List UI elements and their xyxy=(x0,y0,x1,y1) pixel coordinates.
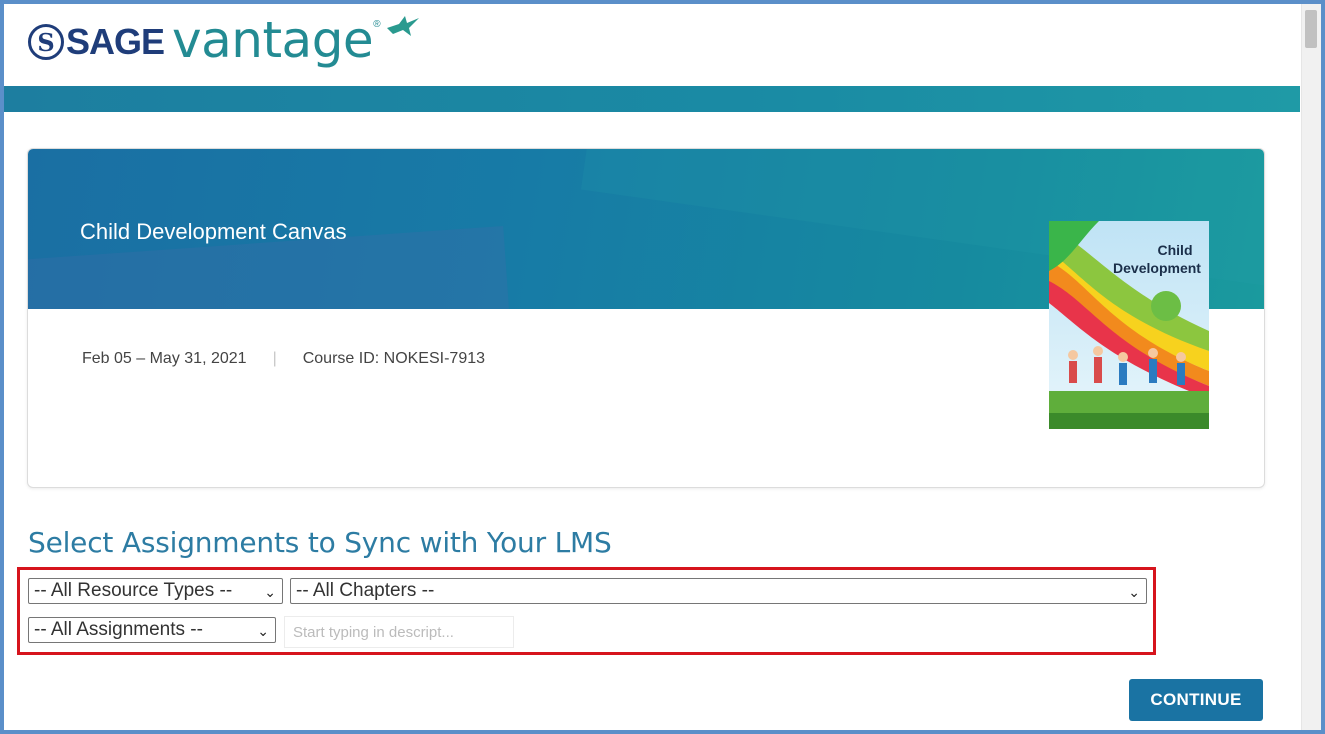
assignment-select-value: -- All Assignments -- xyxy=(34,619,203,640)
chapter-select[interactable]: -- All Chapters -- ⌄ xyxy=(290,578,1147,604)
svg-text:Development: Development xyxy=(1113,260,1201,276)
chevron-down-icon: ⌄ xyxy=(1128,584,1140,600)
header-band xyxy=(4,86,1300,112)
chevron-down-icon: ⌄ xyxy=(257,623,269,639)
course-dates: Feb 05 – May 31, 2021 xyxy=(82,350,247,367)
course-card: Child Development Canvas Feb 05 – May 31… xyxy=(27,148,1265,488)
search-placeholder: Start typing in descript... xyxy=(293,624,454,641)
scrollbar-thumb[interactable] xyxy=(1305,10,1317,48)
book-cover-image: Child Development xyxy=(1049,221,1209,429)
meta-separator: | xyxy=(272,350,277,367)
course-title: Child Development Canvas xyxy=(80,219,347,244)
course-id: Course ID: NOKESI-7913 xyxy=(302,350,486,367)
sage-logo-icon: S xyxy=(28,24,64,60)
resource-type-select[interactable]: -- All Resource Types -- ⌄ xyxy=(28,578,283,604)
resource-type-select-value: -- All Resource Types -- xyxy=(34,580,233,601)
logo-vantage-text: vantage xyxy=(172,11,374,69)
section-title: Select Assignments to Sync with Your LMS xyxy=(28,526,612,559)
vertical-scrollbar[interactable] xyxy=(1301,4,1321,730)
sage-logo-letter: S xyxy=(37,27,55,57)
logo-sage-text: SAGE xyxy=(66,21,165,62)
sage-vantage-logo[interactable]: S SAGE vantage ® xyxy=(28,10,421,74)
chevron-down-icon: ⌄ xyxy=(264,584,276,600)
svg-text:Child: Child xyxy=(1158,242,1193,258)
course-meta: Feb 05 – May 31, 2021 | Course ID: NOKES… xyxy=(82,350,485,368)
continue-button[interactable]: CONTINUE xyxy=(1129,679,1263,721)
assignment-select[interactable]: -- All Assignments -- ⌄ xyxy=(28,617,276,643)
description-search-input[interactable]: Start typing in descript... xyxy=(284,616,514,648)
chapter-select-value: -- All Chapters -- xyxy=(296,580,435,601)
logo-registered-mark: ® xyxy=(373,18,381,30)
hummingbird-icon xyxy=(386,16,419,36)
app-window: S SAGE vantage ® Child Development Canva… xyxy=(4,4,1321,730)
